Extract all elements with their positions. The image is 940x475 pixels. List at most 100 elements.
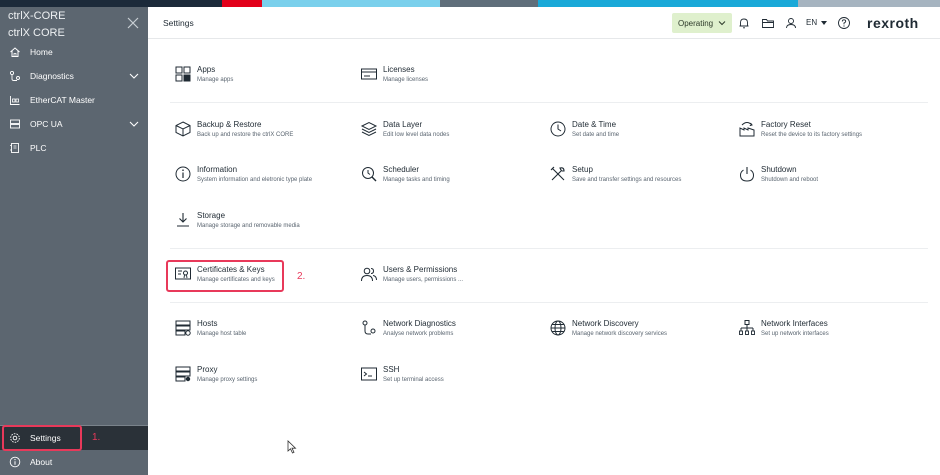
tile-backup-restore[interactable]: Backup & Restore Back up and restore the… [174,120,354,152]
sidebar-item-label: PLC [30,143,47,153]
tile-users-permissions[interactable]: Users & Permissions Manage users, permis… [360,265,540,297]
tile-description: Edit low level data nodes [383,132,450,138]
tile-title: Backup & Restore [197,120,262,129]
data-layer-icon [360,121,378,137]
tile-scheduler[interactable]: Scheduler Manage tasks and timing [360,165,540,197]
info-icon [8,455,22,469]
factory-reset-icon [739,122,755,137]
users-icon [361,267,377,282]
backup-icon [175,121,191,137]
tile-description: Set date and time [572,132,620,138]
hosts-icon [175,320,191,336]
tile-description: Manage apps [197,77,234,83]
row-divider [170,102,928,103]
close-icon[interactable] [126,16,140,30]
chevron-down-icon [718,21,726,26]
tile-information[interactable]: Information System information and eletr… [174,165,354,197]
storage-icon [177,213,189,227]
tile-description: Reset the device to its factory settings [761,132,863,138]
tile-title: Shutdown [761,165,797,174]
tile-title: Apps [197,65,216,74]
tile-title: Network Diagnostics [383,319,456,328]
sidebar-item-label: Diagnostics [30,71,74,81]
tile-description: Set up network interfaces [761,331,829,337]
tile-shutdown[interactable]: Shutdown Shutdown and reboot [738,165,918,197]
tile-network-diagnostics[interactable]: Network Diagnostics Analyse network prob… [360,319,540,351]
plc-icon [8,141,22,155]
tile-description: Manage host table [197,331,247,337]
tile-title: Network Discovery [572,319,639,328]
scheduler-icon [362,167,377,182]
opcua-icon [8,117,22,131]
mouse-cursor-icon [287,440,297,454]
step-marker: 1. [92,432,101,443]
tile-ssh[interactable]: SSH Set up terminal access [360,365,540,397]
help-icon[interactable] [837,16,851,30]
tile-title: Licenses [383,65,415,74]
home-icon [8,45,22,59]
tile-setup[interactable]: Setup Save and transfer settings and res… [549,165,729,197]
operating-state-label: Operating [678,18,714,28]
sidebar: ctrlX-CORE ctrlX CORE Home Diagnostics E… [0,7,148,475]
step-highlight-certificates [166,260,284,292]
network-interfaces-icon [739,320,755,335]
app-name: ctrlX CORE [8,27,65,39]
tile-licenses[interactable]: Licenses Manage licenses [360,65,540,97]
chevron-down-icon[interactable] [128,70,140,82]
stripe-segment [538,0,798,7]
tile-title: Users & Permissions [383,265,458,274]
apps-icon [175,66,191,82]
power-icon [739,167,755,182]
tile-description: Save and transfer settings and resources [572,177,682,183]
sidebar-item-diagnostics[interactable]: Diagnostics [0,64,148,88]
tile-description: Manage licenses [383,77,429,83]
tile-factory-reset[interactable]: Factory Reset Reset the device to its fa… [738,120,918,152]
proxy-icon [175,366,191,382]
chevron-down-icon[interactable] [128,118,140,130]
sidebar-item-opc-ua[interactable]: OPC UA [0,112,148,136]
licenses-icon [361,68,377,80]
sidebar-item-home[interactable]: Home [0,40,148,64]
page-title: Settings [163,18,194,28]
tile-hosts[interactable]: Hosts Manage host table [174,319,354,351]
top-bar: Settings Operating EN rexroth [148,7,940,39]
tile-description: Manage network discovery services [572,331,668,337]
row-divider [170,302,928,303]
operating-state-button[interactable]: Operating [672,13,732,33]
sidebar-item-label: EtherCAT Master [30,95,95,105]
tile-proxy[interactable]: Proxy Manage proxy settings [174,365,354,397]
bell-icon[interactable] [737,16,751,30]
network-diagnostics-icon [362,320,376,335]
tile-storage[interactable]: Storage Manage storage and removable med… [174,211,354,243]
language-selector[interactable]: EN [806,18,817,27]
folder-icon[interactable] [761,16,775,30]
sidebar-item-plc[interactable]: PLC [0,136,148,160]
app-name-top: ctrlX-CORE [8,10,66,22]
user-icon[interactable] [784,16,798,30]
tile-network-interfaces[interactable]: Network Interfaces Set up network interf… [738,319,918,351]
tile-apps[interactable]: Apps Manage apps [174,65,354,97]
stripe-segment [440,0,538,7]
sidebar-item-about[interactable]: About [0,450,148,474]
tile-date-time[interactable]: Date & Time Set date and time [549,120,729,152]
tile-data-layer[interactable]: Data Layer Edit low level data nodes [360,120,540,152]
row-divider [170,248,928,249]
step-marker: 2. [297,271,306,282]
tile-network-discovery[interactable]: Network Discovery Manage network discove… [549,319,729,351]
tile-description: Back up and restore the ctrlX CORE [197,132,294,138]
tile-description: Manage users, permissions ... [383,277,464,283]
tile-description: System information and eletronic type pl… [197,177,313,183]
info-circle-icon [175,166,191,182]
tile-description: Analyse network problems [383,331,454,337]
tile-description: Set up terminal access [383,377,444,383]
tile-description: Manage tasks and timing [383,177,450,183]
globe-icon [550,320,566,336]
caret-down-icon[interactable] [820,20,828,26]
sidebar-item-label: About [30,457,53,467]
sidebar-item-ethercat-master[interactable]: EtherCAT Master [0,88,148,112]
stripe-segment [262,0,440,7]
tile-title: Hosts [197,319,218,328]
sidebar-item-label: Home [30,47,53,57]
tile-description: Manage proxy settings [197,377,258,383]
clock-icon [550,121,566,137]
